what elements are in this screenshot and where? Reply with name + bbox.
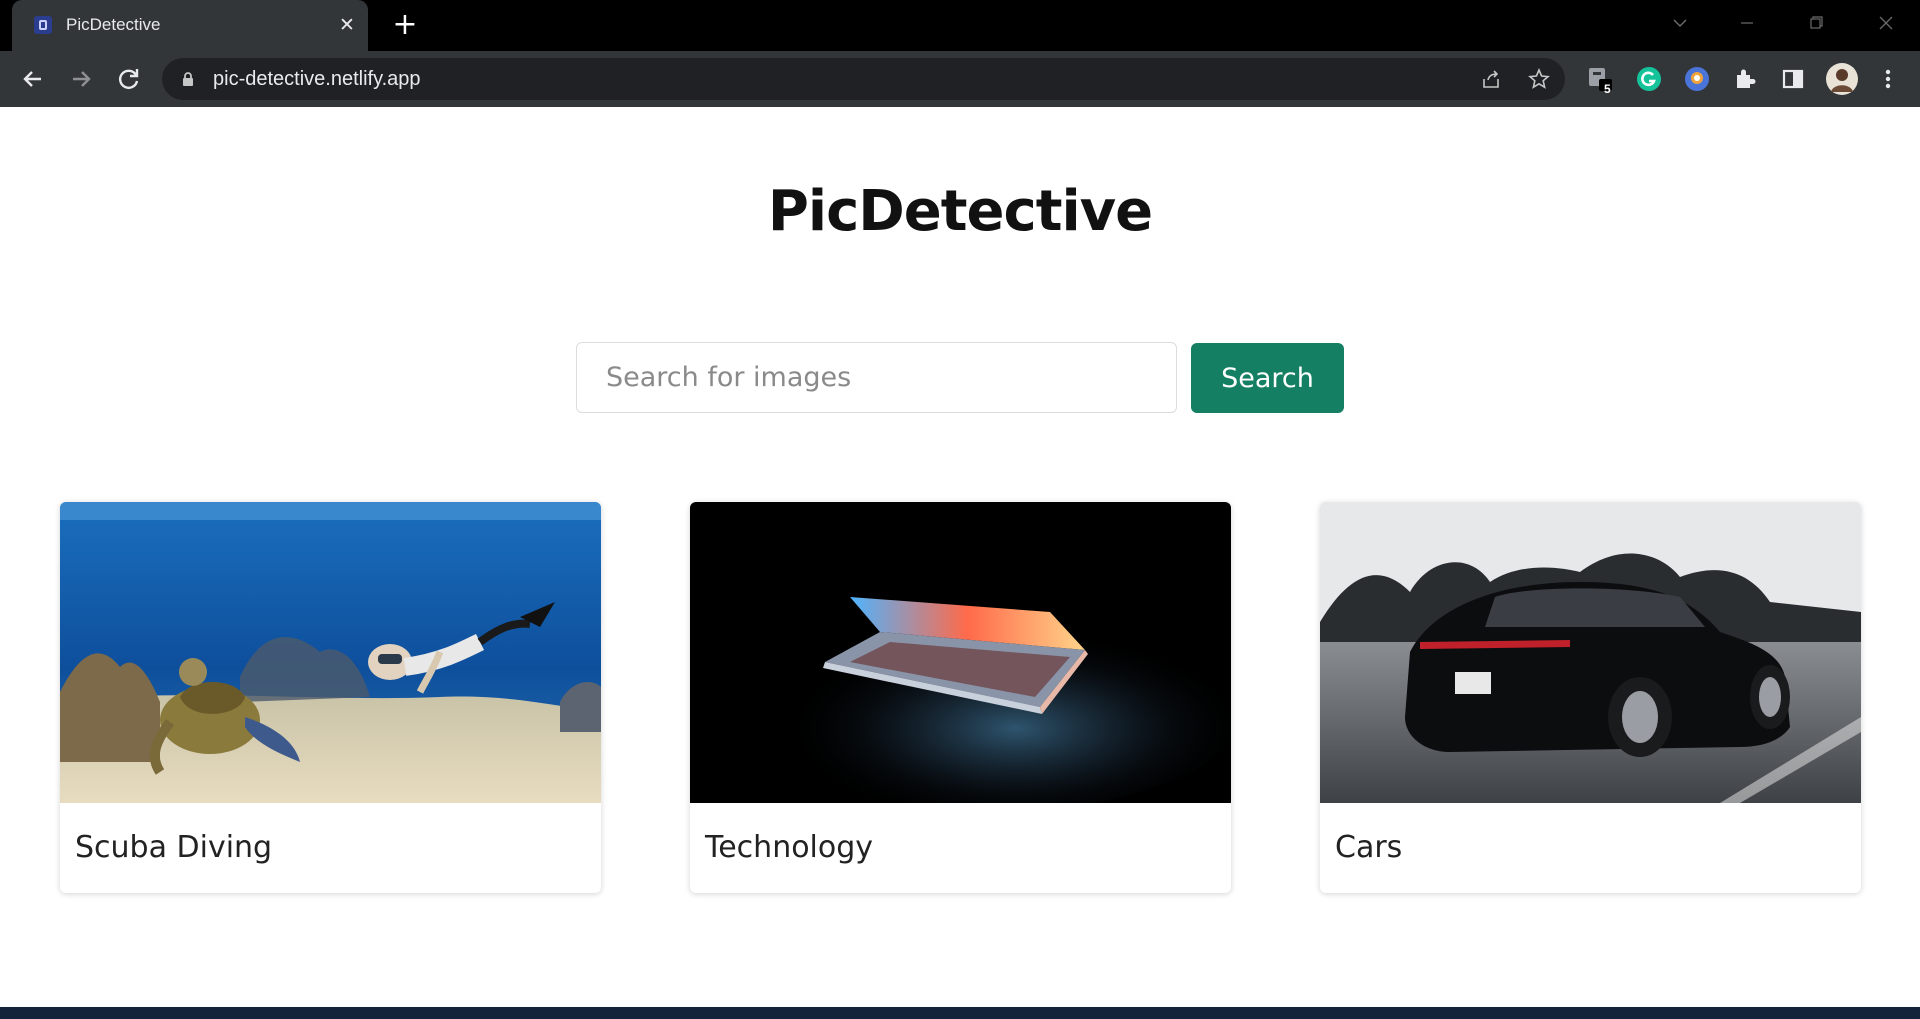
new-tab-icon[interactable]: + (390, 10, 420, 41)
more-menu-icon[interactable] (1874, 65, 1902, 93)
card-label[interactable]: Scuba Diving (75, 830, 272, 865)
category-card-cars[interactable]: Cars (1320, 502, 1861, 893)
card-label[interactable]: Technology (705, 830, 873, 865)
browser-tab[interactable]: PicDetective ✕ (12, 0, 368, 51)
search-input[interactable] (576, 342, 1177, 413)
close-tab-icon[interactable]: ✕ (336, 14, 358, 36)
page-title: PicDetective (767, 179, 1153, 244)
minimize-window-icon[interactable] (1727, 10, 1767, 40)
scuba-diving-image[interactable] (60, 502, 601, 803)
back-arrow-icon[interactable] (18, 64, 48, 94)
browser-toolbar: pic-detective.netlify.app 5 (0, 51, 1920, 107)
category-card-scuba-diving[interactable]: Scuba Diving (60, 502, 601, 893)
cars-image[interactable] (1320, 502, 1861, 803)
lock-icon[interactable] (182, 71, 194, 86)
restore-window-icon[interactable] (1796, 10, 1836, 40)
page-content: PicDetective Search for images Search Sc… (0, 107, 1920, 1007)
extension-shield-icon[interactable] (1683, 65, 1711, 93)
browser-tab-strip: PicDetective ✕ + (0, 0, 1920, 51)
extensions-puzzle-icon[interactable] (1731, 65, 1759, 93)
tab-search-chevron-icon[interactable] (1660, 10, 1700, 40)
url-text[interactable]: pic-detective.netlify.app (213, 68, 421, 91)
address-bar[interactable]: pic-detective.netlify.app (162, 58, 1565, 100)
card-label[interactable]: Cars (1335, 830, 1402, 865)
bookmark-star-icon[interactable] (1528, 67, 1550, 90)
forward-arrow-icon[interactable] (66, 64, 96, 94)
reload-icon[interactable] (114, 64, 144, 94)
share-icon[interactable] (1480, 68, 1502, 90)
side-panel-icon[interactable] (1779, 65, 1807, 93)
profile-avatar[interactable] (1825, 62, 1859, 96)
site-favicon-icon (34, 16, 52, 34)
tab-title: PicDetective (66, 15, 161, 34)
technology-image[interactable] (690, 502, 1231, 803)
extension-badge: 5 (1604, 82, 1611, 96)
close-window-icon[interactable] (1866, 10, 1906, 40)
taskbar-edge (0, 1007, 1920, 1019)
category-card-technology[interactable]: Technology (690, 502, 1231, 893)
search-button[interactable]: Search (1191, 343, 1344, 413)
grammarly-icon[interactable] (1635, 65, 1663, 93)
